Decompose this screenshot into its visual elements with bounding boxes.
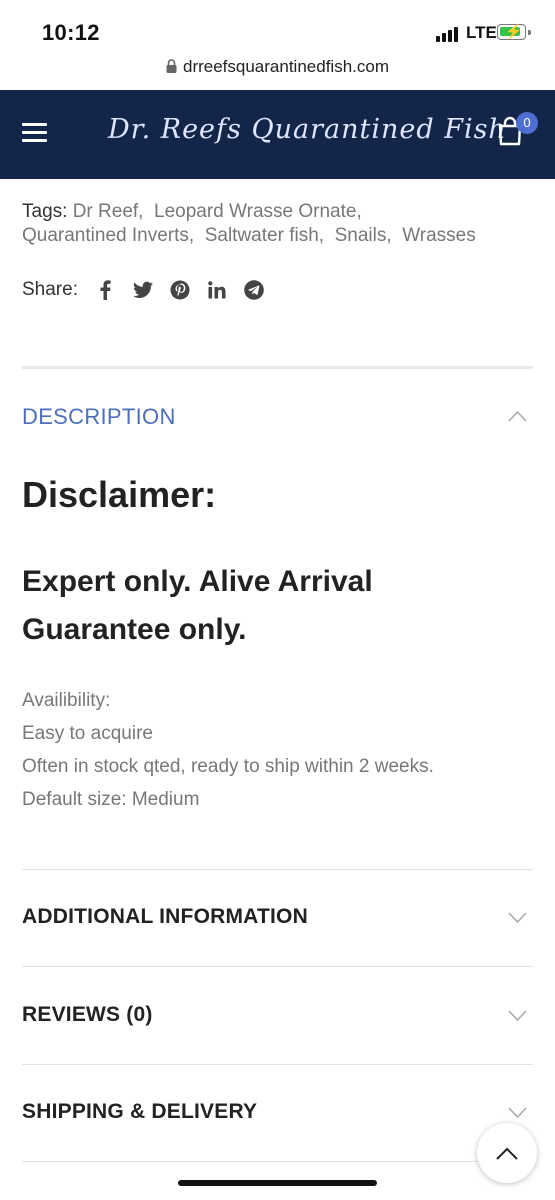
description-subheading: Expert only. Alive Arrival Guarantee onl…: [22, 565, 373, 646]
section-divider: [22, 869, 533, 870]
section-divider: [22, 966, 533, 967]
tag-link[interactable]: Wrasses: [402, 225, 476, 246]
tab-description[interactable]: DESCRIPTION: [22, 404, 176, 430]
description-heading: Disclaimer:: [22, 474, 217, 515]
status-time: 10:12: [42, 20, 100, 45]
section-divider: [22, 1161, 533, 1162]
tag-link[interactable]: Quarantined Inverts: [22, 225, 189, 246]
address-bar[interactable]: drreefsquarantinedfish.com: [0, 57, 555, 81]
tab-additional-information[interactable]: ADDITIONAL INFORMATION: [22, 905, 308, 929]
tags-label: Tags:: [22, 201, 68, 222]
chevron-down-icon[interactable]: [508, 912, 527, 924]
twitter-icon[interactable]: [132, 280, 153, 300]
menu-icon[interactable]: [22, 123, 47, 143]
share-label: Share:: [22, 279, 78, 300]
chevron-down-icon[interactable]: [508, 1010, 527, 1022]
telegram-icon[interactable]: [244, 280, 264, 300]
section-divider: [22, 1064, 533, 1065]
tag-link[interactable]: Saltwater fish: [205, 225, 319, 246]
description-line: Availibility:: [22, 690, 111, 711]
product-tags: Tags: Dr Reef, Leopard Wrasse Ornate, Qu…: [22, 201, 476, 246]
lock-icon: [166, 58, 177, 73]
chevron-up-icon[interactable]: [508, 410, 527, 422]
section-divider: [22, 366, 533, 369]
chevron-up-icon: [496, 1147, 518, 1160]
signal-icon: [436, 26, 460, 42]
site-logo[interactable]: Dr. Reefs Quarantined Fish: [108, 114, 507, 145]
url-text: drreefsquarantinedfish.com: [182, 57, 389, 76]
description-line: Default size: Medium: [22, 789, 200, 810]
scroll-to-top-button[interactable]: [477, 1123, 537, 1183]
share-row: Share:: [22, 278, 281, 302]
linkedin-icon[interactable]: [207, 280, 227, 300]
pinterest-icon[interactable]: [170, 280, 190, 300]
tag-link[interactable]: Snails: [335, 225, 387, 246]
network-label: LTE: [466, 23, 497, 42]
chevron-down-icon[interactable]: [508, 1107, 527, 1119]
home-indicator[interactable]: [178, 1180, 377, 1186]
tag-link[interactable]: Dr Reef: [73, 201, 138, 222]
tab-reviews[interactable]: REVIEWS (0): [22, 1003, 153, 1027]
description-line: Often in stock qted, ready to ship withi…: [22, 756, 434, 777]
description-line: Easy to acquire: [22, 723, 153, 744]
facebook-icon[interactable]: [96, 280, 116, 300]
battery-icon: ⚡: [497, 23, 526, 40]
tag-link[interactable]: Leopard Wrasse Ornate: [154, 201, 356, 222]
site-header: Dr. Reefs Quarantined Fish: [0, 90, 555, 179]
status-bar: 10:12 LTE ⚡: [0, 0, 555, 56]
description-body: Availibility: Easy to acquire Often in s…: [22, 684, 434, 816]
tab-shipping-delivery[interactable]: SHIPPING & DELIVERY: [22, 1100, 257, 1124]
cart-count-badge: 0: [516, 112, 538, 134]
